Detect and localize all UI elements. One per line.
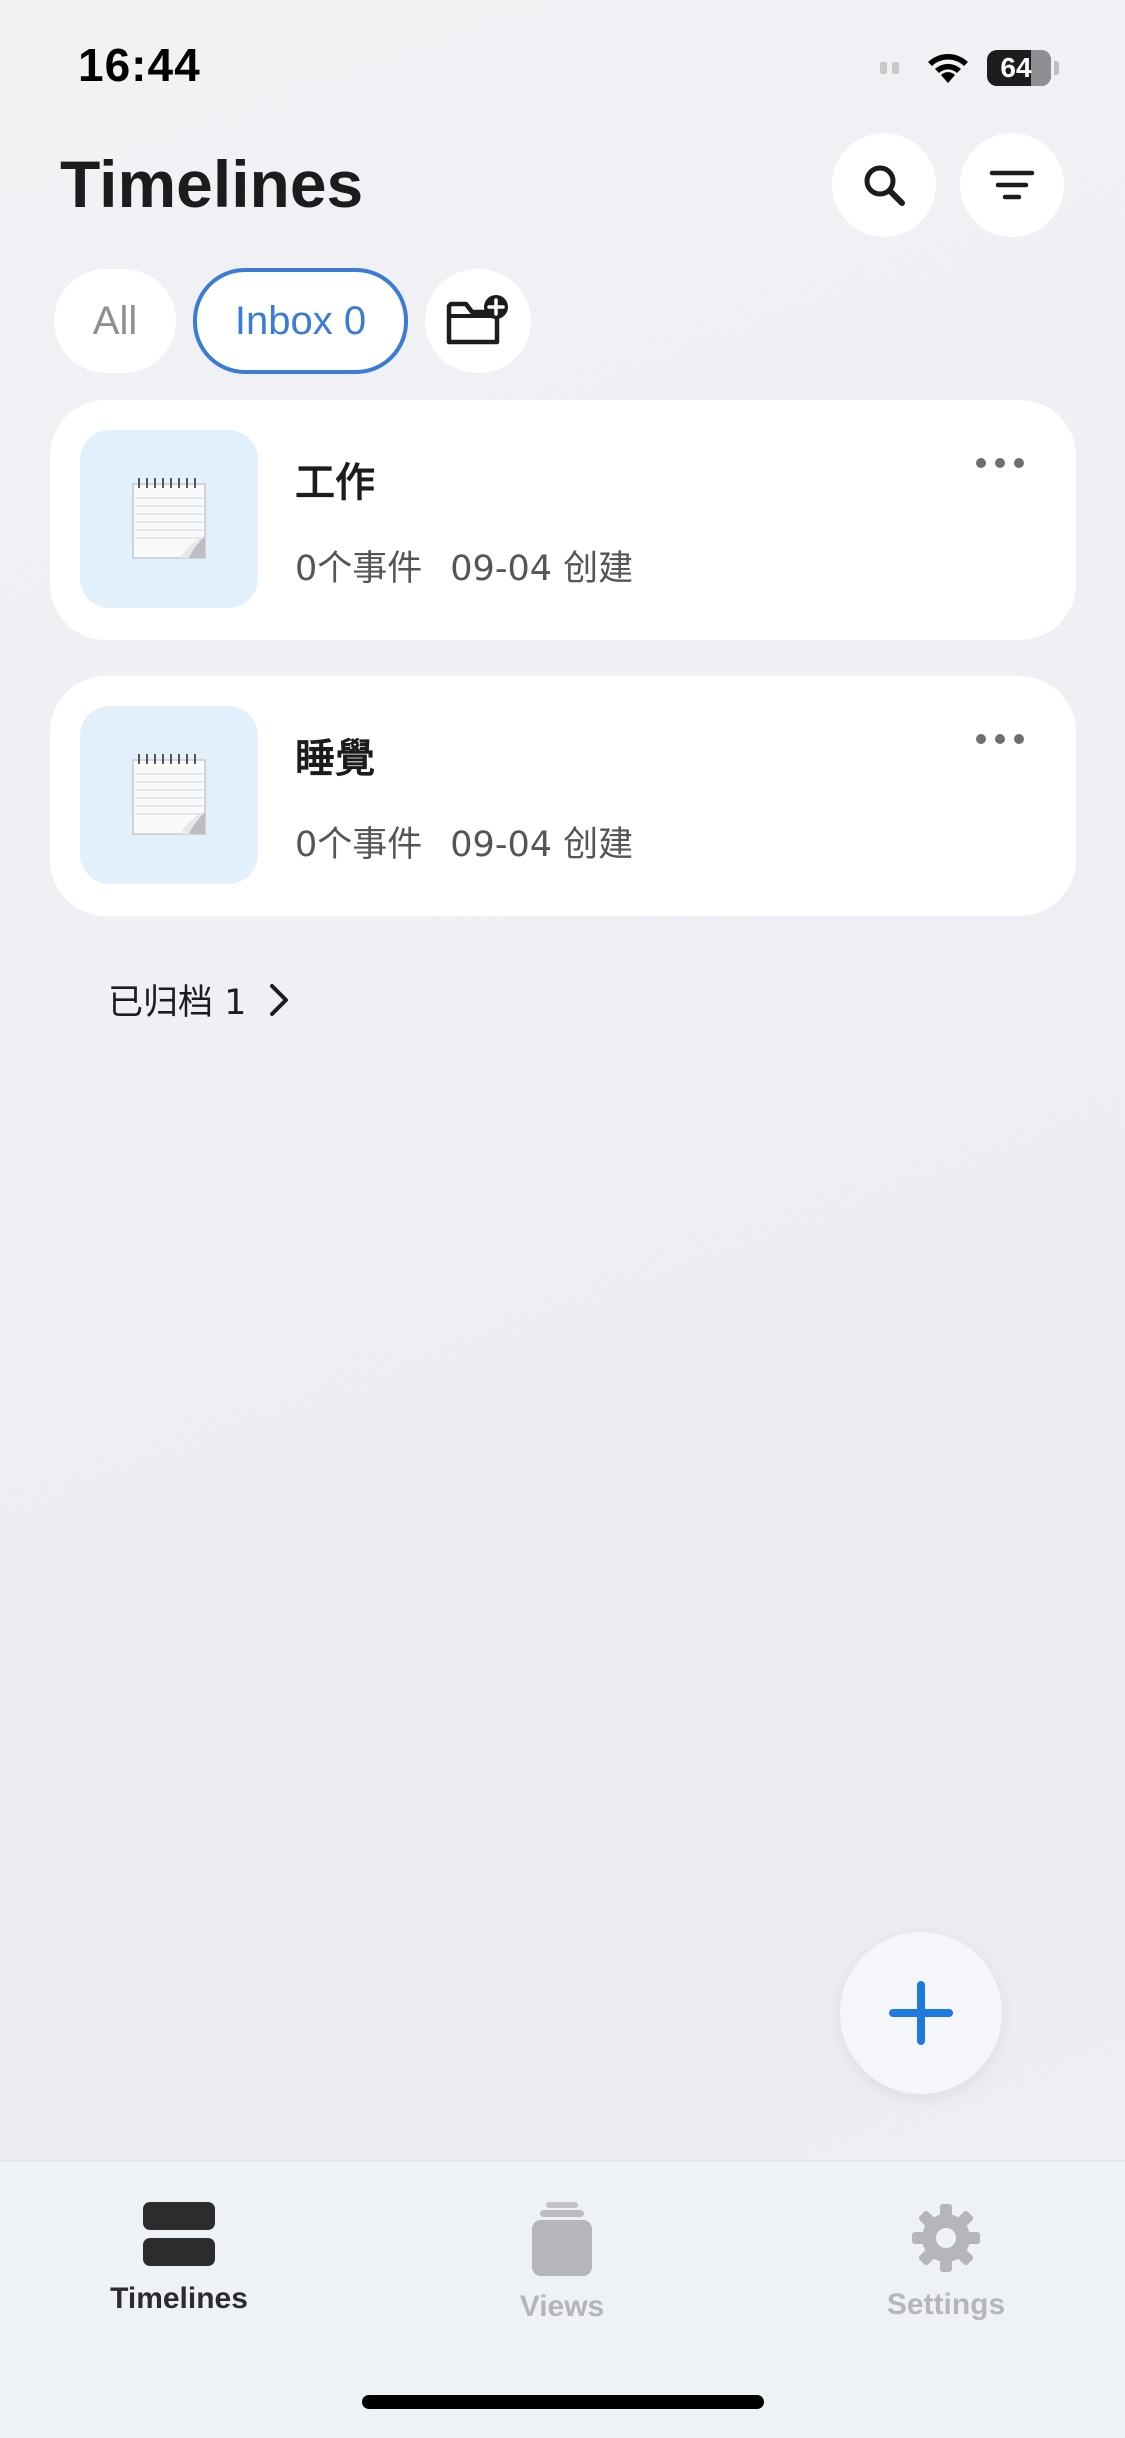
tab-timelines[interactable]: Timelines xyxy=(29,2202,329,2316)
archived-link[interactable]: 已归档 1 xyxy=(108,974,290,1025)
timeline-meta: 0个事件 09-04 创建 xyxy=(295,816,633,867)
search-button[interactable] xyxy=(832,133,936,237)
wifi-icon xyxy=(928,54,968,83)
battery-icon: 64 xyxy=(987,50,1051,86)
tab-settings[interactable]: Settings xyxy=(796,2202,1096,2322)
timeline-event-count: 0个事件 xyxy=(295,549,423,589)
add-timeline-button[interactable] xyxy=(840,1932,1002,2094)
page-title: Timelines xyxy=(60,147,364,221)
stack-icon xyxy=(143,2202,215,2266)
home-indicator[interactable] xyxy=(362,2395,764,2409)
timeline-card[interactable]: 睡覺 0个事件 09-04 创建 xyxy=(50,676,1076,916)
timeline-created-date: 09-04 创建 xyxy=(450,825,634,865)
folder-add-icon xyxy=(446,295,508,345)
filter-all-chip[interactable]: All xyxy=(54,269,176,373)
notepad-icon xyxy=(80,430,258,608)
plus-icon xyxy=(889,1981,953,2045)
add-folder-button[interactable] xyxy=(425,269,531,373)
timeline-title: 睡覺 xyxy=(295,736,375,782)
sort-lines-icon xyxy=(989,170,1035,200)
battery-level: 64 xyxy=(1000,52,1032,83)
tab-label: Timelines xyxy=(110,2282,248,2315)
tab-views[interactable]: Views xyxy=(412,2202,712,2324)
tab-label: Settings xyxy=(886,2288,1006,2321)
status-indicators: 64 xyxy=(880,46,1059,90)
archived-label: 已归档 1 xyxy=(108,983,247,1023)
battery-tip xyxy=(1054,61,1059,75)
chevron-right-icon xyxy=(270,983,289,1016)
timeline-created-date: 09-04 创建 xyxy=(450,549,634,589)
status-time: 16:44 xyxy=(78,39,201,91)
filter-inbox-chip[interactable]: Inbox 0 xyxy=(193,268,408,374)
gear-icon xyxy=(912,2204,980,2272)
layers-icon xyxy=(532,2202,592,2276)
more-options-icon[interactable] xyxy=(976,458,1024,468)
tab-label: Views xyxy=(519,2290,605,2323)
timeline-meta: 0个事件 09-04 创建 xyxy=(295,540,633,591)
cellular-signal-icon xyxy=(880,62,899,74)
search-icon xyxy=(864,165,905,206)
more-options-icon[interactable] xyxy=(976,734,1024,744)
notepad-icon xyxy=(80,706,258,884)
sort-button[interactable] xyxy=(960,133,1064,237)
timeline-event-count: 0个事件 xyxy=(295,825,423,865)
timeline-card[interactable]: 工作 0个事件 09-04 创建 xyxy=(50,400,1076,640)
timeline-title: 工作 xyxy=(295,460,375,506)
